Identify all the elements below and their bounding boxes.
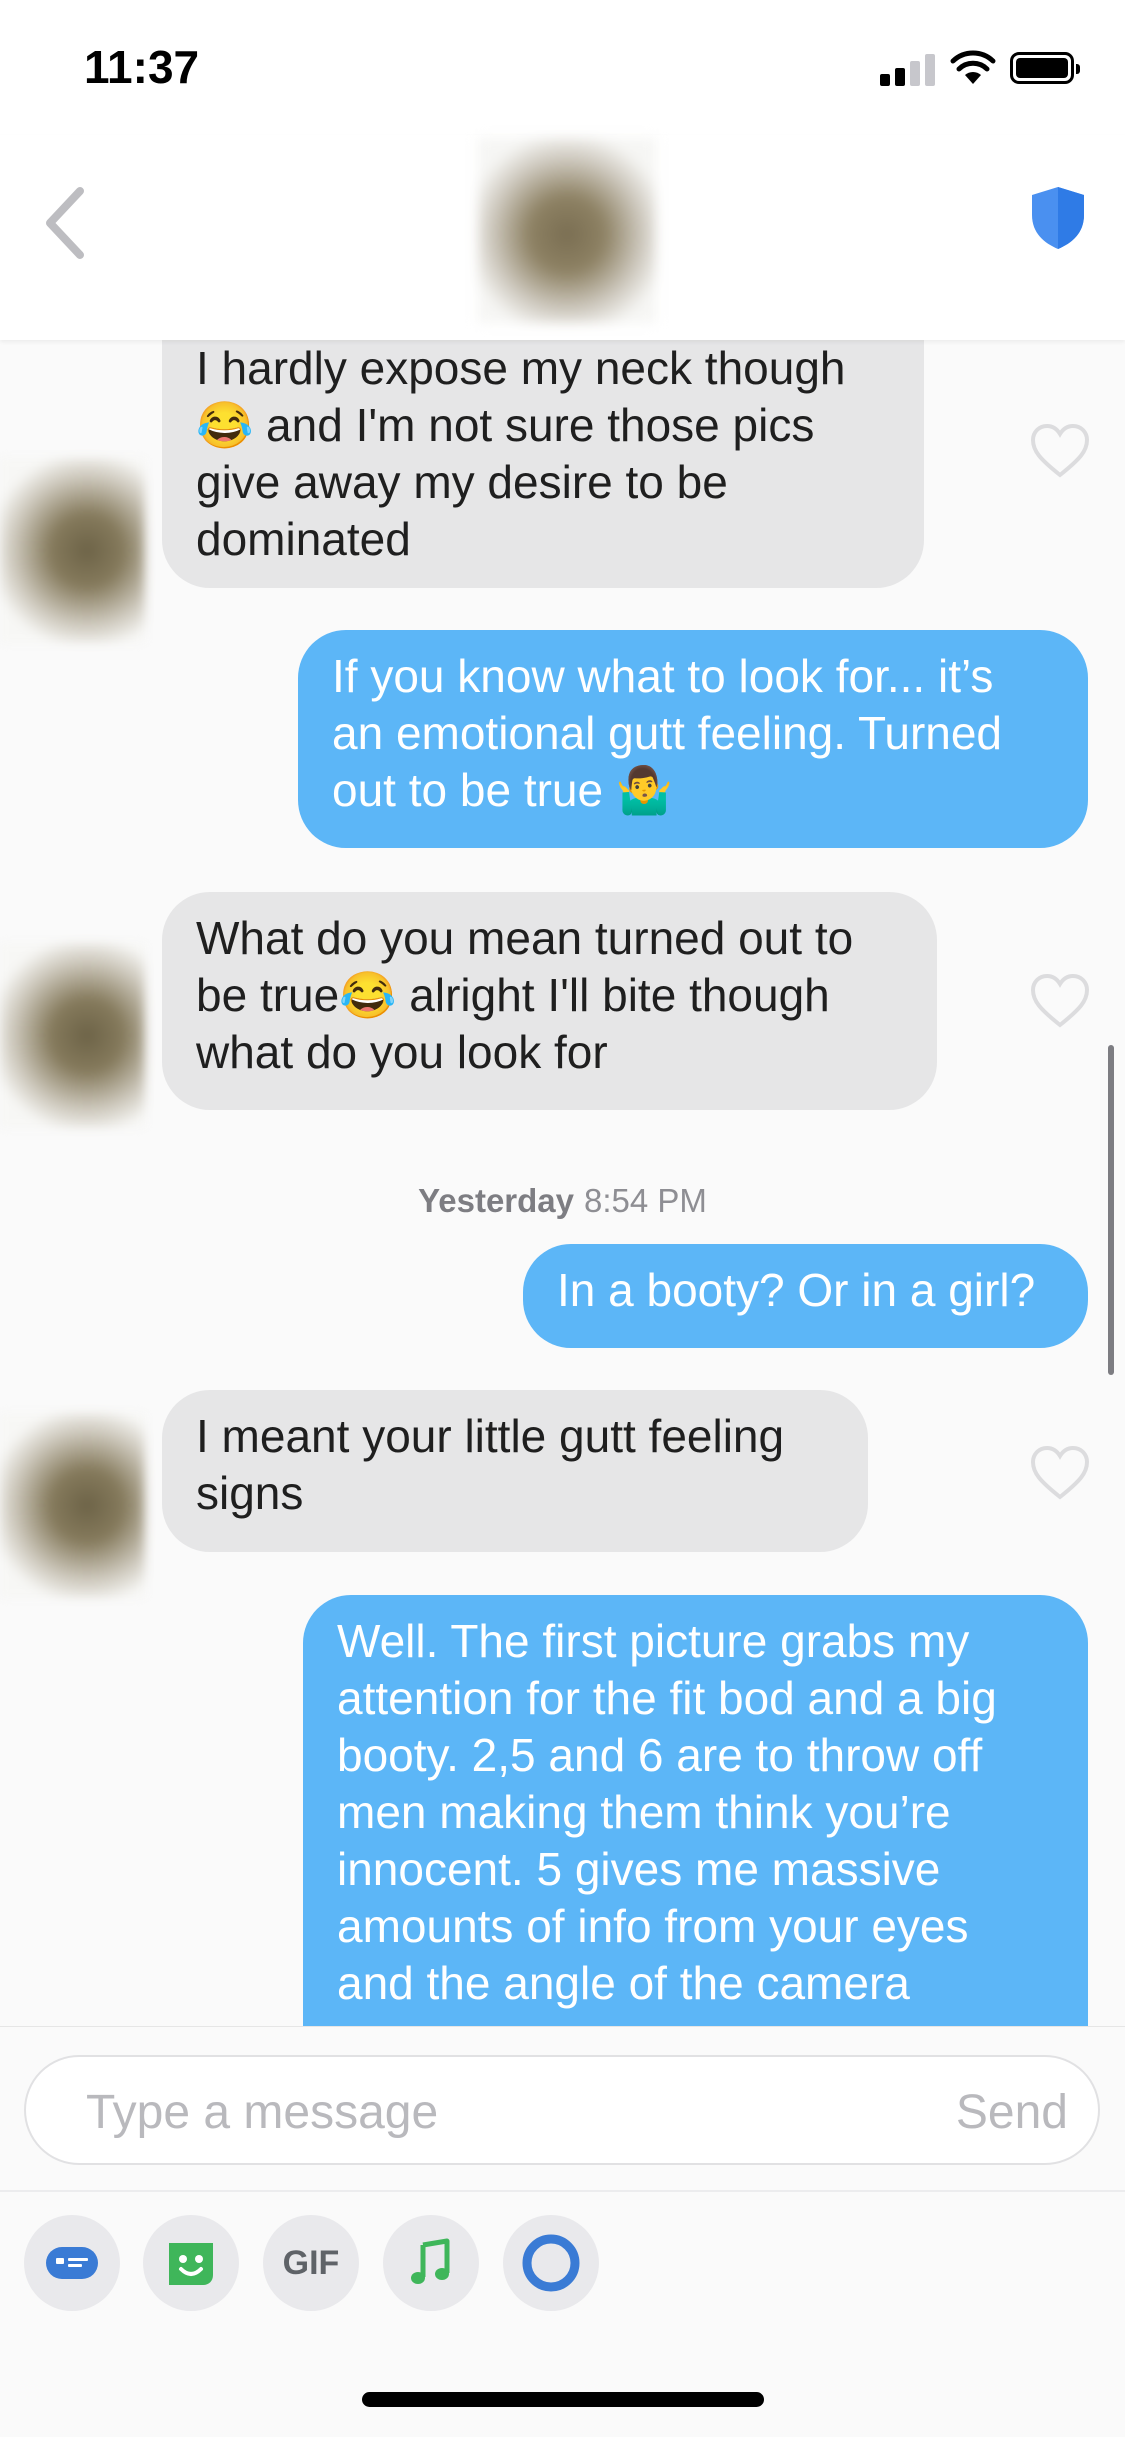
chat-header bbox=[0, 135, 1125, 340]
timestamp-day: Yesterday bbox=[418, 1182, 575, 1219]
message-timestamp: Yesterday 8:54 PM bbox=[0, 1182, 1125, 1220]
message-input[interactable]: Type a message Send bbox=[24, 2055, 1100, 2165]
status-bar: 11:37 bbox=[0, 0, 1125, 135]
received-message[interactable]: I hardly expose my neck though 😂 and I'm… bbox=[162, 340, 924, 588]
like-heart-icon[interactable] bbox=[1030, 973, 1090, 1029]
status-time: 11:37 bbox=[84, 41, 200, 93]
sent-message[interactable]: Well. The first picture grabs my attenti… bbox=[303, 1595, 1088, 2026]
sent-message[interactable]: In a booty? Or in a girl? bbox=[523, 1244, 1088, 1348]
message-input-placeholder: Type a message bbox=[86, 2086, 439, 2139]
battery-icon bbox=[1010, 52, 1080, 84]
back-chevron-icon[interactable] bbox=[40, 183, 90, 263]
cellular-signal-icon bbox=[880, 52, 936, 86]
sticker-icon bbox=[169, 2243, 213, 2285]
sender-avatar[interactable] bbox=[0, 458, 145, 643]
sent-message[interactable]: If you know what to look for... it’s an … bbox=[298, 630, 1088, 848]
loops-icon bbox=[522, 2234, 580, 2292]
divider bbox=[0, 2190, 1125, 2192]
wifi-icon bbox=[950, 50, 996, 84]
gif-icon: GIF bbox=[282, 2244, 340, 2282]
message-list[interactable]: I hardly expose my neck though 😂 and I'm… bbox=[0, 340, 1125, 2026]
safety-shield-icon[interactable] bbox=[1030, 185, 1086, 251]
music-button[interactable] bbox=[383, 2215, 479, 2311]
timestamp-time: 8:54 PM bbox=[584, 1182, 707, 1219]
bitmoji-keyboard-button[interactable] bbox=[24, 2215, 120, 2311]
sender-avatar[interactable] bbox=[0, 1413, 145, 1598]
sender-avatar[interactable] bbox=[0, 943, 145, 1128]
received-message[interactable]: What do you mean turned out to be true😂 … bbox=[162, 892, 937, 1110]
composer: Type a message Send GIF bbox=[0, 2026, 1125, 2437]
match-avatar[interactable] bbox=[478, 138, 656, 323]
send-button[interactable]: Send bbox=[956, 2085, 1068, 2140]
like-heart-icon[interactable] bbox=[1030, 1445, 1090, 1501]
received-message[interactable]: I meant your little gutt feeling signs bbox=[162, 1390, 868, 1552]
home-indicator[interactable] bbox=[362, 2392, 764, 2407]
bitmoji-keyboard-icon bbox=[46, 2247, 98, 2279]
loops-button[interactable] bbox=[503, 2215, 599, 2311]
like-heart-icon[interactable] bbox=[1030, 423, 1090, 479]
scrollbar[interactable] bbox=[1108, 1045, 1114, 1375]
music-icon bbox=[411, 2238, 450, 2284]
gif-button[interactable]: GIF bbox=[263, 2215, 359, 2311]
sticker-button[interactable] bbox=[143, 2215, 239, 2311]
